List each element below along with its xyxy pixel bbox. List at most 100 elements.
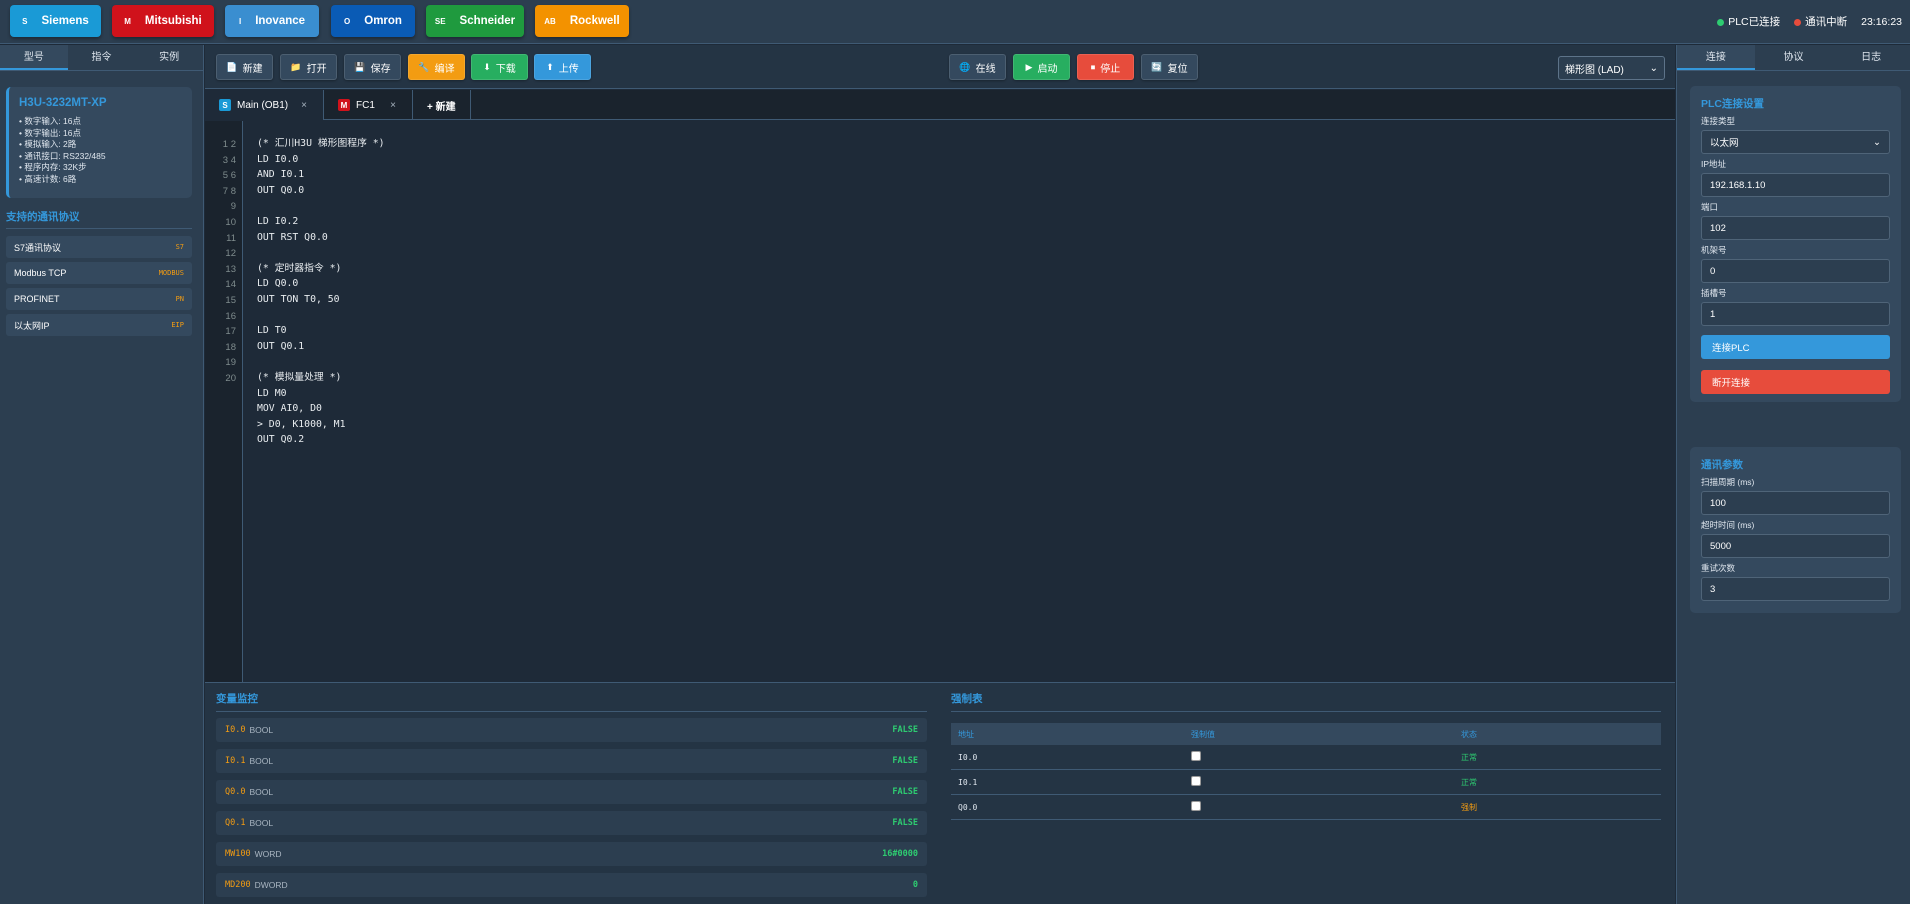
disconnect-button[interactable]: 断开连接 — [1701, 370, 1890, 394]
code-editor[interactable]: 1 2 3 4 5 6 7 8 9 10 11 12 13 14 15 16 1… — [205, 121, 1675, 682]
protocol-name: Modbus TCP — [14, 268, 67, 278]
variable-value: FALSE — [892, 756, 918, 766]
toolbar: 📄 新建 📁 打开 💾 保存 🔧 编译 ⬇ 下载 ⬆ 上传 🌐 在线 ▶ 启动 ⏹ 停止 🔄 复位 … — [205, 45, 1675, 89]
code-line: (* 定时器指令 *) — [257, 262, 342, 274]
brand-label: Omron — [364, 15, 402, 27]
tab-model[interactable]: 型号 — [0, 45, 68, 70]
variable-row[interactable]: MD200 DWORD 0 — [216, 873, 927, 897]
brand-button-rockwell[interactable]: AB Rockwell — [535, 5, 629, 37]
field-label: IP地址 — [1701, 159, 1727, 169]
timeout-field[interactable]: 5000 — [1701, 534, 1890, 558]
tab-connection[interactable]: 连接 — [1677, 45, 1755, 70]
table-row: Q0.0 强制 — [951, 795, 1661, 820]
field-label: 连接类型 — [1701, 116, 1736, 126]
variable-address: I0.1 — [225, 756, 246, 766]
clock: 23:16:23 — [1861, 15, 1902, 28]
brand-button-mitsubishi[interactable]: M Mitsubishi — [112, 5, 214, 37]
variable-row[interactable]: Q0.0 BOOL FALSE — [216, 780, 927, 804]
right-sidebar: 连接 协议 日志 PLC连接设置 连接类型 以太网 ⌄ IP地址 192.168.… — [1676, 45, 1910, 904]
tab-log[interactable]: 日志 — [1832, 45, 1910, 70]
brand-button-siemens[interactable]: S Siemens — [10, 5, 101, 37]
port-field[interactable]: 102 — [1701, 216, 1890, 240]
brand-button-schneider[interactable]: SE Schneider — [426, 5, 524, 37]
force-address: I0.0 — [958, 752, 978, 762]
compile-button[interactable]: 🔧 编译 — [408, 54, 465, 80]
field-label: 扫描周期 (ms) — [1701, 477, 1755, 487]
comm-status: 通讯中断 — [1794, 14, 1847, 29]
brand-button-omron[interactable]: O Omron — [331, 5, 415, 37]
reset-button[interactable]: 🔄 复位 — [1141, 54, 1198, 80]
rack-field[interactable]: 0 — [1701, 259, 1890, 283]
line-number: 3 4 — [222, 154, 236, 166]
new-file-icon: 📄 — [226, 61, 238, 72]
tab-protocol[interactable]: 协议 — [1754, 45, 1833, 70]
force-status: 正常 — [1461, 752, 1477, 762]
line-number: 18 — [225, 341, 236, 353]
button-label: 编译 — [434, 63, 455, 75]
upload-button[interactable]: ⬆ 上传 — [534, 54, 591, 80]
protocol-badge: MODBUS — [158, 269, 184, 277]
open-button[interactable]: 📁 打开 — [280, 54, 337, 80]
retry-count-field[interactable]: 3 — [1701, 577, 1890, 601]
code-text[interactable]: (* 汇川H3U 梯形图程序 *) LD I0.0 AND I0.1 OUT Q… — [257, 136, 385, 448]
variable-monitor-title: 变量监控 — [216, 691, 927, 712]
view-mode-select[interactable]: 梯形图 (LAD) ⌄ — [1558, 56, 1665, 80]
protocol-item[interactable]: PROFINET PN — [6, 288, 192, 310]
start-button[interactable]: ▶ 启动 — [1013, 54, 1070, 80]
variable-row[interactable]: MW100 WORD 16#0000 — [216, 842, 927, 866]
tab-instructions[interactable]: 指令 — [67, 45, 136, 70]
model-spec: • 高速计数: 6路 — [19, 173, 77, 184]
button-label: 下载 — [495, 63, 516, 75]
button-label: 在线 — [975, 63, 996, 75]
brand-button-inovance[interactable]: I Inovance — [225, 5, 319, 37]
new-tab-button[interactable]: + 新建 — [413, 90, 471, 120]
code-line: AND I0.1 — [257, 169, 305, 181]
button-label: 新建 — [242, 63, 263, 75]
stop-button[interactable]: ⏹ 停止 — [1077, 54, 1134, 80]
chevron-down-icon: ⌄ — [1649, 62, 1658, 74]
tab-fc1[interactable]: M FC1 × — [324, 90, 413, 120]
variable-row[interactable]: I0.1 BOOL FALSE — [216, 749, 927, 773]
tab-examples[interactable]: 实例 — [135, 45, 204, 70]
close-icon[interactable]: × — [390, 100, 396, 111]
code-line: LD M0 — [257, 387, 287, 399]
comm-status-text: 通讯中断 — [1805, 16, 1848, 28]
slot-field[interactable]: 1 — [1701, 302, 1890, 326]
force-address: I0.1 — [958, 777, 978, 787]
protocol-item[interactable]: S7通讯协议 S7 — [6, 236, 192, 258]
scan-cycle-field[interactable]: 100 — [1701, 491, 1890, 515]
tab-main-ob1[interactable]: S Main (OB1) × — [205, 90, 324, 120]
force-checkbox[interactable] — [1191, 751, 1201, 761]
protocol-item[interactable]: 以太网IP EIP — [6, 314, 192, 336]
field-label: 重试次数 — [1701, 563, 1736, 573]
center-workspace: 📄 新建 📁 打开 💾 保存 🔧 编译 ⬇ 下载 ⬆ 上传 🌐 在线 ▶ 启动 ⏹ 停止 🔄 复位 … — [205, 45, 1675, 904]
connection-type-select[interactable]: 以太网 ⌄ — [1701, 130, 1890, 154]
button-label: 打开 — [306, 63, 327, 75]
button-label: 复位 — [1167, 63, 1188, 75]
force-table: 地址 强制值 状态 I0.0 正常 I0.1 正常 Q0.0 强制 — [951, 723, 1661, 820]
line-number: 12 — [225, 248, 236, 260]
new-button[interactable]: 📄 新建 — [216, 54, 273, 80]
protocol-section-title: 支持的通讯协议 — [6, 209, 192, 229]
inovance-icon: I — [238, 16, 242, 26]
wrench-icon: 🔧 — [418, 61, 430, 72]
variable-row[interactable]: I0.0 BOOL FALSE — [216, 718, 927, 742]
force-checkbox[interactable] — [1191, 801, 1201, 811]
mitsubishi-icon: M — [124, 16, 131, 26]
force-checkbox[interactable] — [1191, 776, 1201, 786]
line-number: 1 2 — [222, 139, 236, 150]
ip-address-field[interactable]: 192.168.1.10 — [1701, 173, 1890, 197]
left-tabs: 型号 指令 实例 — [0, 45, 204, 71]
protocol-name: S7通讯协议 — [14, 242, 62, 253]
header-address: 地址 — [958, 729, 974, 739]
line-number: 16 — [225, 310, 236, 322]
protocol-item[interactable]: Modbus TCP MODBUS — [6, 262, 192, 284]
connect-plc-button[interactable]: 连接PLC — [1701, 335, 1890, 359]
close-icon[interactable]: × — [301, 100, 307, 111]
online-button[interactable]: 🌐 在线 — [949, 54, 1006, 80]
code-line: OUT TON T0, 50 — [257, 293, 340, 305]
variable-row[interactable]: Q0.1 BOOL FALSE — [216, 811, 927, 835]
download-button[interactable]: ⬇ 下载 — [471, 54, 528, 80]
save-button[interactable]: 💾 保存 — [344, 54, 401, 80]
